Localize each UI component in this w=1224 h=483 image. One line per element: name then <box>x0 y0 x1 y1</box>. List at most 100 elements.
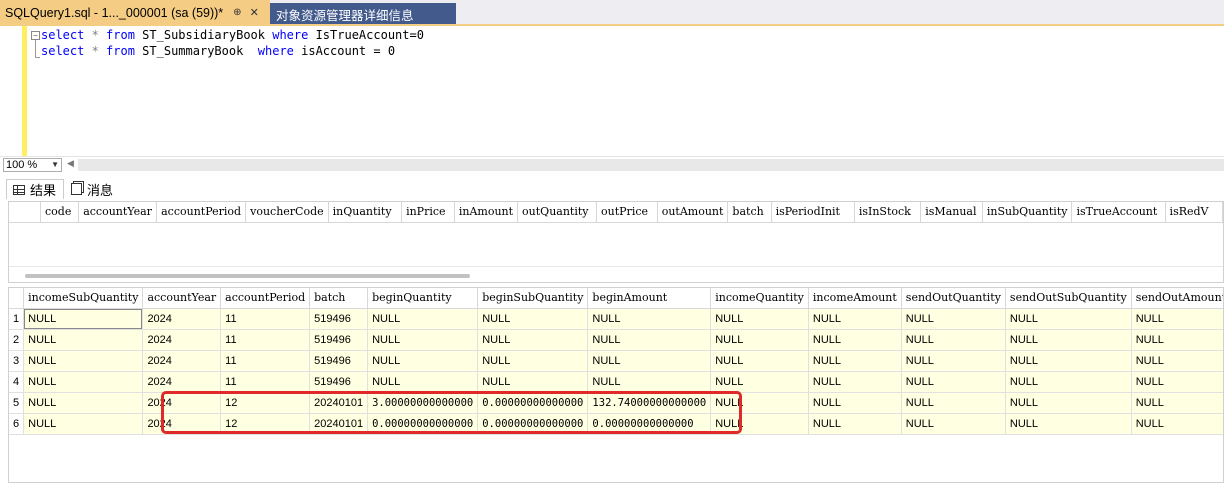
cell-incomeAmount[interactable]: NULL <box>808 350 902 372</box>
cell-accountYear[interactable]: 2024 <box>142 350 222 372</box>
cell-accountYear[interactable]: 2024 <box>142 371 222 393</box>
cell-incomeAmount[interactable]: NULL <box>808 413 902 435</box>
column-header-outQuantity[interactable]: outQuantity <box>517 202 598 223</box>
zoom-dropdown[interactable]: 100 % ▼ <box>3 158 62 172</box>
cell-sendOutQuantity[interactable]: NULL <box>901 392 1006 414</box>
tab-results[interactable]: 结果 <box>6 179 64 199</box>
cell-accountYear[interactable]: 2024 <box>142 392 222 414</box>
column-header-accountPeriod[interactable]: accountPeriod <box>220 288 311 309</box>
pin-icon[interactable]: ⊕ <box>233 7 241 18</box>
cell-sendOutSubQuantity[interactable]: NULL <box>1005 308 1132 330</box>
table-row[interactable]: 4 NULL 2024 11 519496 NULL NULL NULL NULL NULL NUL… <box>9 371 1223 393</box>
cell-sendOutQuantity[interactable]: NULL <box>901 308 1006 330</box>
cell-batch[interactable]: 20240101 <box>309 413 369 435</box>
cell-beginAmount[interactable]: NULL <box>587 350 712 372</box>
cell-sendOutSubQuantity[interactable]: NULL <box>1005 329 1132 351</box>
cell-incomeSubQuantity[interactable]: NULL <box>23 350 144 372</box>
row-number[interactable]: 3 <box>9 350 25 372</box>
cell-sendOutAmount[interactable]: NULL <box>1131 329 1223 351</box>
column-header-inSubQuantity[interactable]: inSubQuantity <box>982 202 1073 223</box>
cell-accountYear[interactable]: 2024 <box>142 413 222 435</box>
cell-beginQuantity[interactable]: 0.00000000000000 <box>367 413 479 435</box>
column-header-beginAmount[interactable]: beginAmount <box>587 288 712 309</box>
row-number[interactable]: 4 <box>9 371 25 393</box>
column-header-sendOutQuantity[interactable]: sendOutQuantity <box>901 288 1006 309</box>
column-header-accountPeriod[interactable]: accountPeriod <box>156 202 247 223</box>
collapse-icon[interactable]: − <box>31 31 40 40</box>
cell-sendOutQuantity[interactable]: NULL <box>901 350 1006 372</box>
cell-sendOutAmount[interactable]: NULL <box>1131 392 1223 414</box>
column-header-voucherCode[interactable]: voucherCode <box>245 202 329 223</box>
column-header-sendOutAmount[interactable]: sendOutAmount <box>1131 288 1223 309</box>
cell-incomeSubQuantity[interactable]: NULL <box>23 308 144 330</box>
result-grid-2[interactable]: incomeSubQuantity accountYear accountPerio… <box>8 287 1224 483</box>
column-header-isInStock[interactable]: isInStock <box>854 202 922 223</box>
cell-sendOutQuantity[interactable]: NULL <box>901 413 1006 435</box>
editor-horizontal-scrollbar[interactable] <box>78 159 1224 171</box>
cell-beginQuantity[interactable]: NULL <box>367 308 479 330</box>
cell-beginSubQuantity[interactable]: 0.00000000000000 <box>477 413 589 435</box>
cell-sendOutAmount[interactable]: NULL <box>1131 371 1223 393</box>
cell-sendOutSubQuantity[interactable]: NULL <box>1005 392 1132 414</box>
cell-incomeQuantity[interactable]: NULL <box>710 329 809 351</box>
cell-incomeQuantity[interactable]: NULL <box>710 371 809 393</box>
cell-accountPeriod[interactable]: 12 <box>220 413 311 435</box>
cell-sendOutAmount[interactable]: NULL <box>1131 413 1223 435</box>
cell-beginQuantity[interactable]: NULL <box>367 350 479 372</box>
table-row[interactable]: 3 NULL 2024 11 519496 NULL NULL NULL NULL NULL NUL… <box>9 350 1223 372</box>
cell-beginQuantity[interactable]: 3.00000000000000 <box>367 392 479 414</box>
cell-accountPeriod[interactable]: 11 <box>220 329 311 351</box>
cell-beginAmount[interactable]: NULL <box>587 371 712 393</box>
cell-sendOutAmount[interactable]: NULL <box>1131 308 1223 330</box>
table-row[interactable]: 5 NULL 2024 12 20240101 3.00000000000000 0.000… <box>9 392 1223 414</box>
row-number[interactable]: 5 <box>9 392 25 414</box>
cell-incomeQuantity[interactable]: NULL <box>710 350 809 372</box>
table-row[interactable]: 2 NULL 2024 11 519496 NULL NULL NULL NULL NULL NUL… <box>9 329 1223 351</box>
cell-beginAmount[interactable]: NULL <box>587 308 712 330</box>
cell-batch[interactable]: 519496 <box>309 329 369 351</box>
column-header-inQuantity[interactable]: inQuantity <box>328 202 403 223</box>
row-number[interactable]: 6 <box>9 413 25 435</box>
cell-batch[interactable]: 519496 <box>309 350 369 372</box>
cell-incomeQuantity[interactable]: NULL <box>710 392 809 414</box>
column-header-isRedV[interactable]: isRedV <box>1165 202 1223 223</box>
tab-messages[interactable]: 消息 <box>68 179 128 199</box>
tab-object-explorer-details[interactable]: 对象资源管理器详细信息 <box>270 3 456 25</box>
column-header-isPeriodInit[interactable]: isPeriodInit <box>771 202 855 223</box>
cell-incomeSubQuantity[interactable]: NULL <box>23 329 144 351</box>
cell-accountYear[interactable]: 2024 <box>142 329 222 351</box>
cell-beginSubQuantity[interactable]: 0.00000000000000 <box>477 392 589 414</box>
column-header-inAmount[interactable]: inAmount <box>454 202 519 223</box>
column-header-code[interactable]: code <box>40 202 80 223</box>
cell-accountPeriod[interactable]: 11 <box>220 308 311 330</box>
cell-sendOutQuantity[interactable]: NULL <box>901 329 1006 351</box>
cell-incomeSubQuantity[interactable]: NULL <box>23 413 144 435</box>
cell-beginAmount[interactable]: 132.74000000000000 <box>587 392 712 414</box>
column-header-incomeSubQuantity[interactable]: incomeSubQuantity <box>23 288 144 309</box>
result-grid-1[interactable]: code accountYear accountPeriod voucherCode i… <box>8 201 1224 283</box>
row-number[interactable]: 1 <box>9 308 25 330</box>
column-header-outPrice[interactable]: outPrice <box>596 202 658 223</box>
column-header-accountYear[interactable]: accountYear <box>142 288 222 309</box>
cell-beginSubQuantity[interactable]: NULL <box>477 329 589 351</box>
cell-incomeAmount[interactable]: NULL <box>808 392 902 414</box>
cell-accountYear[interactable]: 2024 <box>142 308 222 330</box>
cell-incomeQuantity[interactable]: NULL <box>710 308 809 330</box>
cell-beginAmount[interactable]: 0.00000000000000 <box>587 413 712 435</box>
cell-incomeAmount[interactable]: NULL <box>808 371 902 393</box>
column-header-incomeAmount[interactable]: incomeAmount <box>808 288 902 309</box>
code-line-2[interactable]: select * from ST_SummaryBook where isAcc… <box>41 44 395 58</box>
column-header-inPrice[interactable]: inPrice <box>401 202 455 223</box>
row-number[interactable]: 2 <box>9 329 25 351</box>
cell-sendOutSubQuantity[interactable]: NULL <box>1005 350 1132 372</box>
cell-accountPeriod[interactable]: 12 <box>220 392 311 414</box>
cell-batch[interactable]: 20240101 <box>309 392 369 414</box>
cell-sendOutQuantity[interactable]: NULL <box>901 371 1006 393</box>
cell-batch[interactable]: 519496 <box>309 371 369 393</box>
table-row[interactable]: 6 NULL 2024 12 20240101 0.00000000000000 0.000… <box>9 413 1223 435</box>
cell-beginSubQuantity[interactable]: NULL <box>477 308 589 330</box>
column-header-accountYear[interactable]: accountYear <box>78 202 158 223</box>
column-header-isTrueAccount[interactable]: isTrueAccount <box>1071 202 1166 223</box>
column-header-isManual[interactable]: isManual <box>920 202 983 223</box>
cell-beginSubQuantity[interactable]: NULL <box>477 371 589 393</box>
